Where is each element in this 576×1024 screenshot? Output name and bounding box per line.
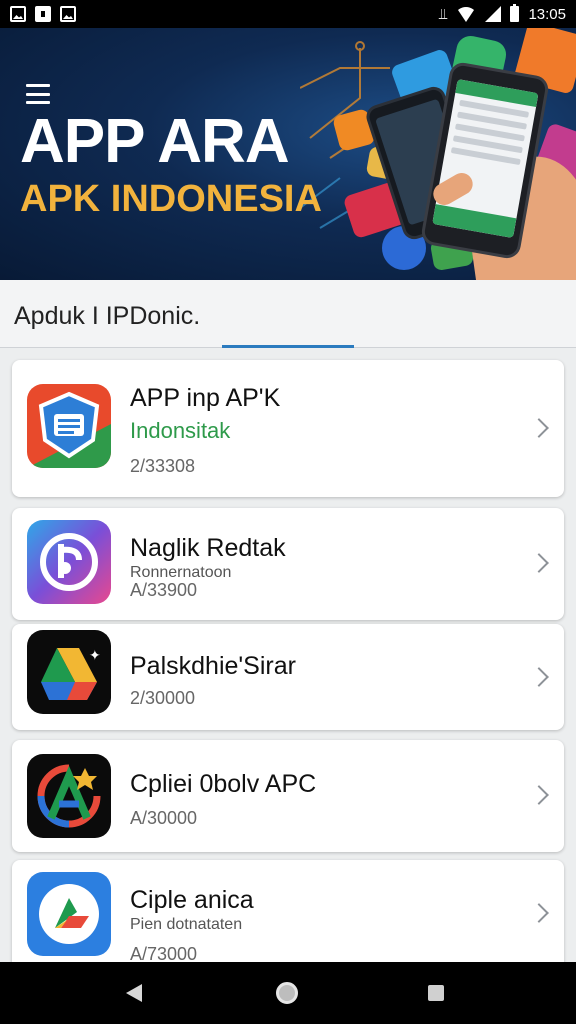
- status-bar: ⫫ 13:05: [0, 0, 576, 28]
- notification-icon: [35, 6, 51, 22]
- banner-subtitle: APK INDONESIA: [20, 178, 322, 220]
- chevron-right-icon: [529, 667, 549, 687]
- pinwheel-icon: [27, 872, 111, 956]
- banner-title: APP ARA: [20, 107, 290, 176]
- signal-icon: [485, 6, 502, 22]
- app-screen: ⫫ 13:05 APP ARA APK INDONESIA Apduk I IP…: [0, 0, 576, 1024]
- phone-screen: [432, 79, 539, 239]
- tab-label[interactable]: Apduk I IPDonic.: [14, 302, 200, 331]
- chevron-right-icon: [529, 903, 549, 923]
- menu-button[interactable]: [26, 84, 50, 104]
- gallery-icon: [10, 6, 26, 22]
- tab-bar: Apduk I IPDonic.: [0, 280, 576, 348]
- app-card[interactable]: APP inp AP'K Indonsitak 2/33308: [12, 360, 564, 497]
- a-logo-icon: [27, 754, 111, 838]
- app-note: Pien dotnataten: [130, 916, 243, 933]
- hero-banner: APP ARA APK INDONESIA: [0, 28, 576, 280]
- app-download-count: A/33900: [130, 580, 198, 600]
- menu-line: [26, 101, 50, 104]
- app-download-count: 2/30000: [130, 688, 196, 708]
- status-time: 13:05: [528, 5, 566, 23]
- chevron-right-icon: [529, 785, 549, 805]
- menu-line: [26, 84, 50, 87]
- status-left-icons: [10, 6, 76, 22]
- chevron-right-icon: [529, 418, 549, 438]
- vibrate-icon: ⫫: [439, 5, 448, 23]
- status-right-icons: ⫫ 13:05: [439, 4, 566, 23]
- app-card[interactable]: Ciple anica Pien dotnataten A/73000: [12, 860, 564, 970]
- wifi-icon: [456, 6, 477, 22]
- phone-screen-dock: [432, 204, 517, 239]
- menu-line: [26, 92, 50, 96]
- app-name: Naglik Redtak: [130, 534, 286, 562]
- app-card[interactable]: Cpliei 0bolv APC A/30000: [12, 740, 564, 852]
- app-card[interactable]: ✦ Palskdhie'Sirar 2/30000: [12, 624, 564, 730]
- app-name: APP inp AP'K: [130, 384, 281, 412]
- back-icon[interactable]: [126, 984, 142, 1002]
- tab-indicator: [222, 345, 354, 348]
- chevron-right-icon: [529, 553, 549, 573]
- app-download-count: A/30000: [130, 808, 198, 828]
- app-name: Ciple anica: [130, 886, 254, 914]
- svg-text:✦: ✦: [89, 648, 101, 664]
- app-category: Indonsitak: [130, 418, 231, 443]
- system-nav-bar: [0, 962, 576, 1024]
- app-name: Palskdhie'Sirar: [130, 652, 296, 680]
- shield-document-icon: [27, 384, 111, 468]
- p-letter-icon: [27, 520, 111, 604]
- image-icon: [60, 6, 76, 22]
- battery-icon: [510, 4, 520, 22]
- home-icon[interactable]: [276, 982, 298, 1004]
- recents-icon[interactable]: [428, 985, 444, 1001]
- app-card[interactable]: Naglik Redtak Ronnernatoon A/33900: [12, 508, 564, 620]
- drive-triangle-icon: ✦: [27, 630, 111, 714]
- app-name: Cpliei 0bolv APC: [130, 770, 317, 798]
- app-download-count: 2/33308: [130, 456, 196, 476]
